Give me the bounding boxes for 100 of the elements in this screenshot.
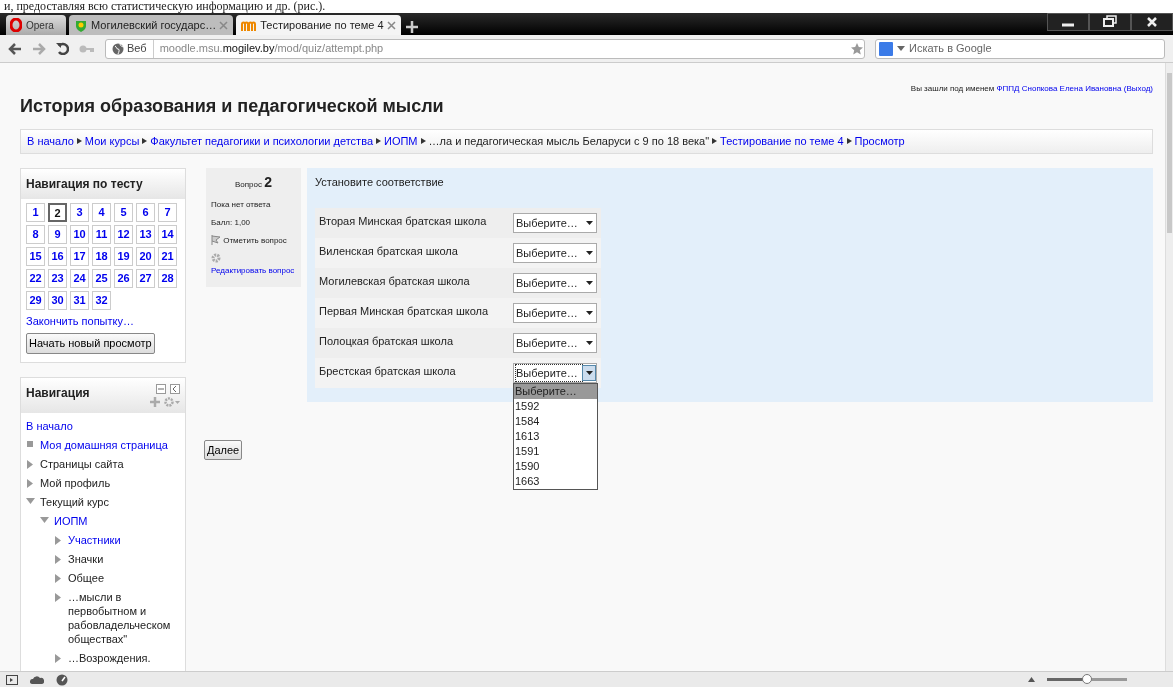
question-number-button[interactable]: 14 [158, 224, 177, 244]
collapsed-arrow-icon[interactable] [55, 653, 61, 663]
logout-link[interactable]: (Выход) [1123, 84, 1153, 93]
breadcrumb-link[interactable]: Просмотр [854, 133, 905, 150]
question-number-button[interactable]: 25 [92, 268, 111, 288]
navigation-link[interactable]: Участники [68, 532, 121, 547]
collapsed-arrow-icon[interactable] [27, 478, 33, 488]
question-number-button[interactable]: 18 [92, 246, 111, 266]
question-number-button[interactable]: 5 [114, 202, 133, 222]
question-number-button[interactable]: 27 [136, 268, 155, 288]
key-icon[interactable] [79, 43, 95, 54]
search-box[interactable]: Искать в Google [875, 38, 1165, 59]
new-preview-button[interactable]: Начать новый просмотр [26, 333, 155, 354]
dropdown-option[interactable]: 1663 [514, 474, 597, 489]
breadcrumb-link[interactable]: В начало [27, 133, 74, 150]
question-number-button[interactable]: 17 [70, 246, 89, 266]
question-number-button[interactable]: 9 [48, 224, 67, 244]
reload-icon[interactable] [56, 42, 69, 55]
answer-dropdown[interactable]: Выберите… [513, 333, 597, 353]
answer-dropdown[interactable]: Выберите… [513, 303, 597, 323]
question-number-button[interactable]: 4 [92, 202, 111, 222]
navigation-item[interactable]: Текущий курс [40, 494, 109, 509]
edit-question-link[interactable]: Редактировать вопрос [211, 264, 296, 277]
panel-toggle-icon[interactable] [6, 674, 18, 685]
breadcrumb-link[interactable]: Мои курсы [84, 133, 140, 150]
collapsed-arrow-icon[interactable] [55, 573, 61, 583]
question-number-button[interactable]: 26 [114, 268, 133, 288]
answer-dropdown[interactable]: Выберите… [513, 213, 597, 233]
question-number-button[interactable]: 23 [48, 268, 67, 288]
slider-thumb[interactable] [1082, 674, 1092, 684]
user-link[interactable]: ФППД Снопкова Елена Ивановна [996, 84, 1122, 93]
answer-dropdown[interactable]: Выберите… [513, 273, 597, 293]
browser-tab[interactable]: Тестирование по теме 4 [236, 15, 401, 35]
question-number-button[interactable]: 24 [70, 268, 89, 288]
close-icon[interactable] [1131, 13, 1173, 31]
breadcrumb-link[interactable]: Факультет педагогики и психологии детства [150, 133, 373, 150]
question-number-button[interactable]: 11 [92, 224, 111, 244]
back-icon[interactable] [8, 42, 22, 55]
dropdown-option[interactable]: 1590 [514, 459, 597, 474]
question-number-button[interactable]: 19 [114, 246, 133, 266]
question-number-button[interactable]: 20 [136, 246, 155, 266]
question-number-button[interactable]: 13 [136, 224, 155, 244]
question-number-button[interactable]: 30 [48, 290, 67, 310]
navigation-link[interactable]: В начало [26, 418, 73, 433]
navigation-link[interactable]: ИОПМ [54, 513, 88, 528]
web-badge[interactable]: Веб [106, 39, 154, 58]
question-number-button[interactable]: 8 [26, 224, 45, 244]
expanded-arrow-icon[interactable] [39, 516, 49, 523]
question-number-button[interactable]: 22 [26, 268, 45, 288]
question-number-button[interactable]: 15 [26, 246, 45, 266]
collapsed-arrow-icon[interactable] [55, 554, 61, 564]
navigation-item[interactable]: …мысли в первобытном и рабовладельческом обществах" [68, 589, 180, 646]
opera-menu-button[interactable]: Opera [6, 15, 66, 35]
dock-block-icon[interactable] [170, 383, 180, 394]
speed-dial-icon[interactable] [56, 673, 68, 686]
breadcrumb-link[interactable]: ИОПМ [384, 133, 418, 150]
move-icon[interactable] [150, 396, 160, 407]
question-number-button[interactable]: 7 [158, 202, 177, 222]
cloud-icon[interactable] [30, 675, 44, 684]
new-tab-plus-icon[interactable] [403, 19, 420, 35]
dropdown-option[interactable]: 1591 [514, 444, 597, 459]
collapsed-arrow-icon[interactable] [27, 459, 33, 469]
question-number-button[interactable]: 16 [48, 246, 67, 266]
next-button[interactable]: Далее [204, 439, 243, 460]
forward-icon[interactable] [32, 42, 46, 55]
dropdown-option[interactable]: 1584 [514, 414, 597, 429]
up-arrow-icon[interactable] [1028, 677, 1035, 682]
question-number-button[interactable]: 29 [26, 290, 45, 310]
question-number-button[interactable]: 6 [136, 202, 155, 222]
minimize-icon[interactable] [1047, 13, 1089, 31]
answer-dropdown[interactable]: Выберите… [513, 243, 597, 263]
question-number-button[interactable]: 31 [70, 290, 89, 310]
question-number-button[interactable]: 3 [70, 202, 89, 222]
navigation-item[interactable]: Значки [68, 551, 104, 566]
question-number-button[interactable]: 1 [26, 202, 45, 222]
dropdown-option[interactable]: 1592 [514, 399, 597, 414]
collapsed-arrow-icon[interactable] [55, 535, 61, 545]
dropdown-option[interactable]: 1613 [514, 429, 597, 444]
collapse-block-icon[interactable] [156, 383, 166, 394]
dropdown-option[interactable]: Выберите… [514, 384, 597, 399]
question-number-button[interactable]: 10 [70, 224, 89, 244]
scrollbar[interactable] [1165, 63, 1173, 671]
question-number-button[interactable]: 12 [114, 224, 133, 244]
navigation-item[interactable]: Мой профиль [40, 475, 111, 490]
question-number-button[interactable]: 32 [92, 290, 111, 310]
navigation-item[interactable]: Общее [68, 570, 105, 585]
expanded-arrow-icon[interactable] [25, 497, 35, 504]
breadcrumb-link[interactable]: Тестирование по теме 4 [720, 133, 844, 150]
restore-icon[interactable] [1089, 13, 1131, 31]
navigation-item[interactable]: …Возрождения. [68, 650, 151, 665]
browser-tab[interactable]: Могилевский государс… [69, 15, 234, 35]
flag-question-link[interactable]: Отметить вопрос [211, 235, 287, 245]
question-number-button[interactable]: 2 [48, 202, 67, 222]
question-number-button[interactable]: 21 [158, 246, 177, 266]
question-number-button[interactable]: 28 [158, 268, 177, 288]
collapsed-arrow-icon[interactable] [55, 592, 61, 602]
address-bar[interactable]: Веб moodle.msu.mogilev.by/mod/quiz/attempt.php [105, 38, 865, 59]
navigation-link[interactable]: Моя домашняя страница [40, 437, 168, 452]
navigation-item[interactable]: Страницы сайта [40, 456, 124, 471]
star-icon[interactable] [850, 41, 864, 56]
